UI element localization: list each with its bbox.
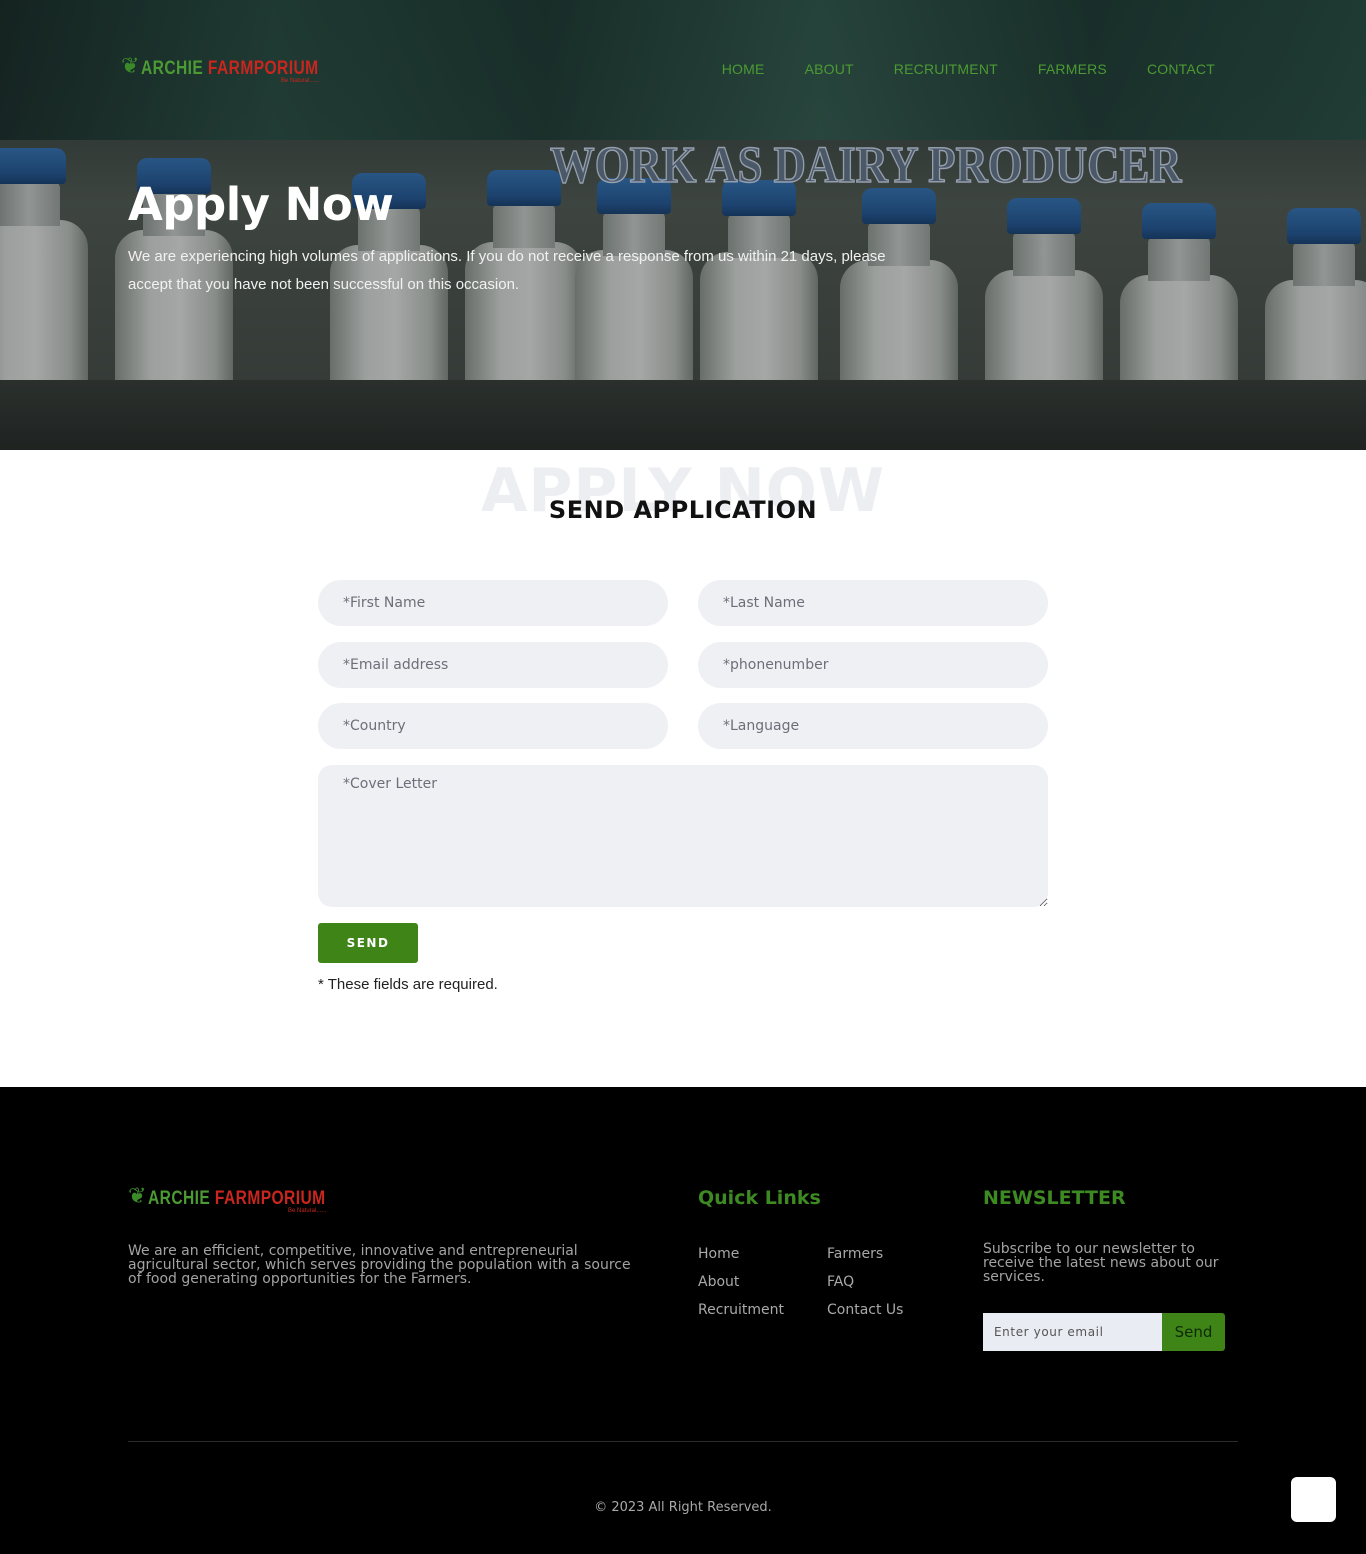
phone-input[interactable] [698,642,1048,688]
language-input[interactable] [698,703,1048,749]
footer-link-faq[interactable]: FAQ [827,1274,854,1290]
newsletter-description: Subscribe to our newsletter to receive t… [983,1241,1219,1285]
nav-about[interactable]: ABOUT [805,61,854,77]
hero-watermark-heading: WORK AS DAIRY PRODUCER [549,136,1182,195]
leaf-icon: ❦ [121,54,140,79]
footer-link-about[interactable]: About [698,1274,739,1290]
required-fields-note: * These fields are required. [318,976,498,993]
site-logo[interactable]: ❦ ARCHIE FARMPORIUM Be Natural...... [121,54,358,85]
nav-home[interactable]: HOME [722,61,765,77]
newsletter-email-input[interactable] [983,1313,1162,1351]
page-title: Apply Now [128,178,394,231]
leaf-icon: ❦ [128,1184,147,1209]
last-name-input[interactable] [698,580,1048,626]
nav-farmers[interactable]: FARMERS [1038,61,1107,77]
newsletter-send-button[interactable]: Send [1162,1313,1225,1351]
email-input[interactable] [318,642,668,688]
hero-banner: ❦ ARCHIE FARMPORIUM Be Natural...... HOM… [0,0,1366,450]
footer-link-farmers[interactable]: Farmers [827,1246,883,1262]
footer-link-recruitment[interactable]: Recruitment [698,1302,784,1318]
quick-links-heading: Quick Links [698,1187,821,1209]
footer-logo[interactable]: ❦ ARCHIE FARMPORIUM Be Natural...... [128,1184,365,1215]
footer-link-home[interactable]: Home [698,1246,739,1262]
first-name-input[interactable] [318,580,668,626]
nav-recruitment[interactable]: RECRUITMENT [894,61,998,77]
chat-widget-button[interactable] [1291,1477,1336,1522]
main-nav: HOME ABOUT RECRUITMENT FARMERS CONTACT [722,61,1215,77]
send-application-button[interactable]: SEND [318,923,418,963]
nav-contact[interactable]: CONTACT [1147,61,1215,77]
hero-notice-text: We are experiencing high volumes of appl… [128,248,886,293]
footer-divider [128,1441,1238,1442]
footer-link-contact[interactable]: Contact Us [827,1302,903,1318]
country-input[interactable] [318,703,668,749]
newsletter-heading: NEWSLETTER [983,1187,1126,1209]
footer-about-text: We are an efficient, competitive, innova… [128,1243,631,1287]
copyright-text: © 2023 All Right Reserved. [594,1500,772,1515]
section-title: SEND APPLICATION [548,496,818,524]
cover-letter-textarea[interactable] [318,765,1048,907]
